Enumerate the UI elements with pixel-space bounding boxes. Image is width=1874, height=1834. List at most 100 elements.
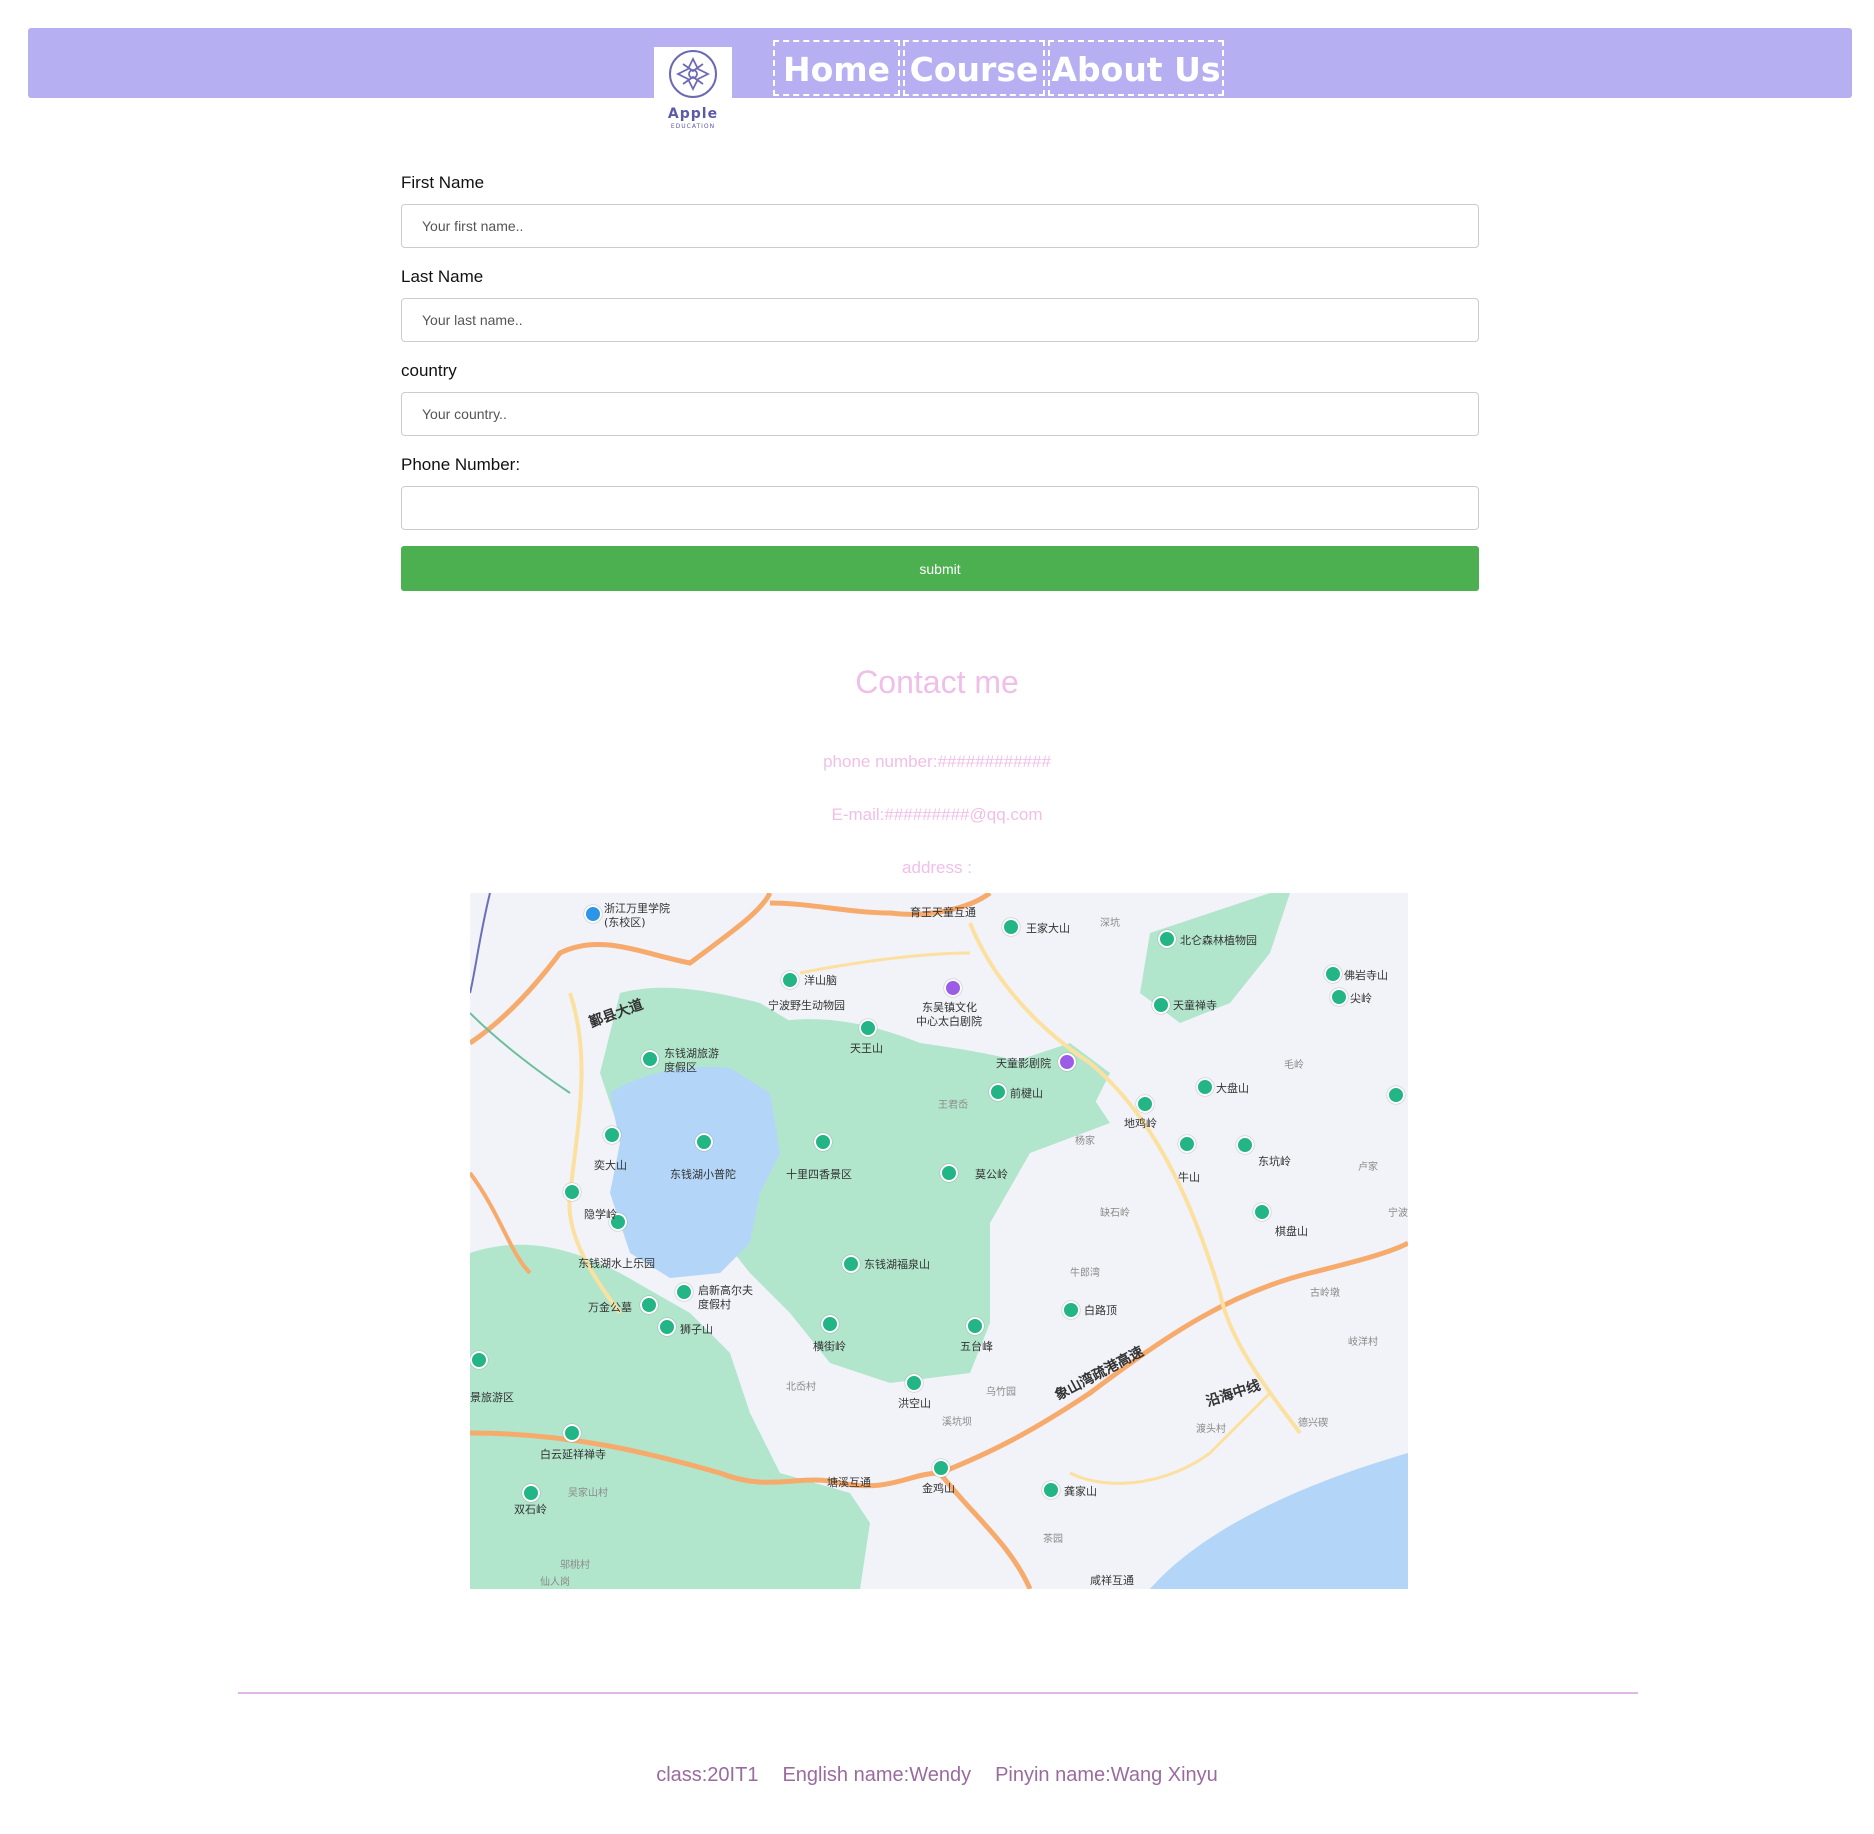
map-label: (东校区) <box>604 916 646 929</box>
footer-class: class:20IT1 <box>656 1764 759 1786</box>
map-village-label: 德兴碶 <box>1298 1418 1328 1429</box>
scenic-pin-icon[interactable] <box>1253 1203 1271 1221</box>
submit-button[interactable]: submit <box>401 546 1479 591</box>
golf-pin-icon[interactable] <box>675 1283 693 1301</box>
scenic-pin-icon[interactable] <box>1042 1481 1060 1499</box>
contact-email: E-mail:#########@qq.com <box>831 805 1043 824</box>
scenic-pin-icon[interactable] <box>966 1317 984 1335</box>
map-village-label: 吴家山村 <box>568 1488 608 1499</box>
scenic-pin-icon[interactable] <box>603 1126 621 1144</box>
map-village-label: 宁波 <box>1388 1208 1408 1219</box>
scenic-pin-icon[interactable] <box>814 1133 832 1151</box>
map-label: 咸祥互通 <box>1090 1574 1134 1587</box>
map-label: 棋盘山 <box>1275 1225 1308 1238</box>
footer: class:20IT1 English name:Wendy Pinyin name… <box>0 1764 1874 1787</box>
logo-title: Apple <box>667 106 719 122</box>
scenic-pin-icon[interactable] <box>859 1019 877 1037</box>
map-label: 奕大山 <box>594 1159 627 1172</box>
scenic-pin-icon[interactable] <box>695 1133 713 1151</box>
apple-education-logo[interactable]: Apple EDUCATION <box>654 47 732 133</box>
map-label: 地鸡岭 <box>1124 1117 1157 1130</box>
scenic-pin-icon[interactable] <box>1387 1086 1405 1104</box>
university-pin-icon[interactable] <box>584 905 602 923</box>
map-village-label: 乌竹园 <box>986 1387 1016 1398</box>
address-map[interactable]: 浙江万里学院 (东校区) 育王天童互通 王家大山 北仑森林植物园 佛岩寺山 尖岭… <box>470 893 1408 1589</box>
scenic-pin-icon[interactable] <box>1136 1095 1154 1113</box>
footer-pinyin-name: Pinyin name:Wang Xinyu <box>995 1764 1218 1786</box>
map-label: 景旅游区 <box>470 1391 514 1404</box>
first-name-input[interactable] <box>401 204 1479 248</box>
map-village-label: 渡头村 <box>1196 1424 1226 1435</box>
last-name-label: Last Name <box>401 267 484 286</box>
map-label: 洋山脑 <box>804 974 837 987</box>
country-input[interactable] <box>401 392 1479 436</box>
map-label: 万金公墓 <box>588 1301 632 1314</box>
footer-divider <box>238 1692 1638 1694</box>
scenic-pin-icon[interactable] <box>1178 1135 1196 1153</box>
map-village-label: 仙人岗 <box>540 1577 570 1588</box>
scenic-pin-icon[interactable] <box>658 1318 676 1336</box>
map-label: 东坑岭 <box>1258 1155 1291 1168</box>
scenic-pin-icon[interactable] <box>641 1050 659 1068</box>
scenic-pin-icon[interactable] <box>940 1164 958 1182</box>
map-village-label: 牛郎湾 <box>1070 1268 1100 1279</box>
scenic-pin-icon[interactable] <box>1236 1136 1254 1154</box>
scenic-pin-icon[interactable] <box>905 1374 923 1392</box>
cemetery-pin-icon[interactable] <box>640 1296 658 1314</box>
scenic-pin-icon[interactable] <box>470 1351 488 1369</box>
map-label: 隐学岭 <box>584 1208 617 1221</box>
map-label: 东钱湖水上乐园 <box>578 1257 655 1270</box>
map-label: 金鸡山 <box>922 1482 955 1495</box>
map-label: 大盘山 <box>1216 1082 1249 1095</box>
map-label: 度假村 <box>698 1298 731 1311</box>
scenic-pin-icon[interactable] <box>781 971 799 989</box>
scenic-pin-icon[interactable] <box>842 1255 860 1273</box>
last-name-input[interactable] <box>401 298 1479 342</box>
map-village-label: 杨家 <box>1075 1136 1095 1147</box>
map-label: 龚家山 <box>1064 1485 1097 1498</box>
map-village-label: 古岭墩 <box>1310 1288 1340 1299</box>
theater-pin-icon[interactable] <box>944 979 962 997</box>
map-label: 中心太白剧院 <box>916 1015 982 1028</box>
scenic-pin-icon[interactable] <box>1062 1301 1080 1319</box>
contact-form: First Name Last Name country Phone Numbe… <box>401 170 1479 591</box>
map-village-label: 缺石岭 <box>1100 1208 1130 1219</box>
map-label: 天王山 <box>850 1042 883 1055</box>
map-village-label: 北岙村 <box>786 1382 816 1393</box>
scenic-pin-icon[interactable] <box>1324 965 1342 983</box>
map-village-label: 溪坑坝 <box>942 1417 972 1428</box>
map-label: 牛山 <box>1178 1171 1200 1184</box>
scenic-pin-icon[interactable] <box>1196 1078 1214 1096</box>
scenic-pin-icon[interactable] <box>932 1459 950 1477</box>
scenic-pin-icon[interactable] <box>1330 988 1348 1006</box>
map-village-label: 深坑 <box>1100 918 1120 929</box>
map-label: 尖岭 <box>1350 992 1372 1005</box>
scenic-pin-icon[interactable] <box>1002 918 1020 936</box>
nav-course-link[interactable]: Course <box>903 40 1045 96</box>
phone-number-input[interactable] <box>401 486 1479 530</box>
map-label: 天童禅寺 <box>1173 999 1217 1012</box>
phone-number-label: Phone Number: <box>401 455 521 474</box>
contact-title: Contact me <box>855 664 1019 700</box>
scenic-pin-icon[interactable] <box>1158 930 1176 948</box>
map-village-label: 岐洋村 <box>1348 1337 1378 1348</box>
scenic-pin-icon[interactable] <box>563 1183 581 1201</box>
map-village-label: 毛岭 <box>1284 1060 1304 1071</box>
map-label: 五台峰 <box>960 1340 993 1353</box>
contact-phone: phone number:############ <box>823 752 1051 771</box>
scenic-pin-icon[interactable] <box>563 1424 581 1442</box>
map-label: 狮子山 <box>680 1323 713 1336</box>
nav-home-link[interactable]: Home <box>773 40 900 96</box>
first-name-label: First Name <box>401 173 485 192</box>
map-village-label: 茶园 <box>1043 1534 1063 1545</box>
map-label: 天童影剧院 <box>996 1057 1051 1070</box>
map-label: 佛岩寺山 <box>1344 969 1388 982</box>
scenic-pin-icon[interactable] <box>821 1315 839 1333</box>
theater-pin-icon[interactable] <box>1058 1053 1076 1071</box>
scenic-pin-icon[interactable] <box>522 1484 540 1502</box>
scenic-pin-icon[interactable] <box>989 1083 1007 1101</box>
scenic-pin-icon[interactable] <box>1152 996 1170 1014</box>
nav-about-us-link[interactable]: About Us <box>1048 40 1224 96</box>
map-village-label: 邬桃村 <box>560 1560 590 1571</box>
map-label: 宁波野生动物园 <box>768 999 845 1012</box>
